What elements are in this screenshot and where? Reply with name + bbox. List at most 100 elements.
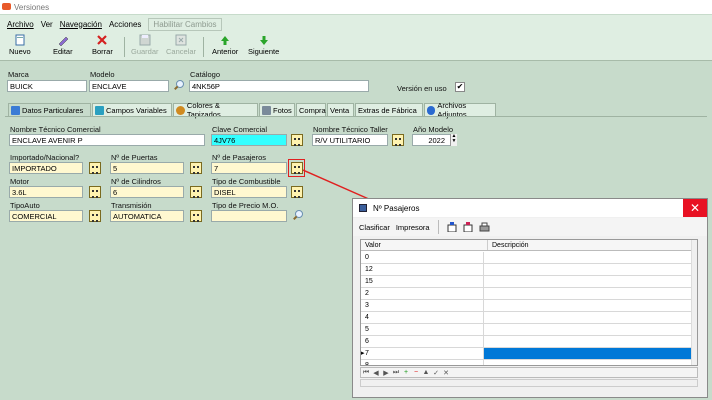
table-row[interactable]: 8 bbox=[361, 360, 693, 365]
tab-campos-variables[interactable]: Campos Variables bbox=[92, 103, 172, 116]
cancel-edit-icon[interactable]: ✕ bbox=[441, 369, 451, 377]
vertical-scrollbar[interactable] bbox=[691, 240, 697, 365]
tipoauto-lookup-icon[interactable] bbox=[89, 210, 101, 222]
menu-archivo[interactable]: Archivo bbox=[7, 20, 34, 29]
borrar-button[interactable]: Borrar bbox=[92, 34, 113, 60]
marca-field[interactable]: BUICK bbox=[7, 80, 87, 92]
cell-valor[interactable]: 15 bbox=[361, 276, 484, 287]
cell-descripcion[interactable] bbox=[484, 324, 693, 335]
menu-acciones[interactable]: Acciones bbox=[109, 20, 141, 29]
delete-record-icon[interactable]: − bbox=[411, 369, 421, 376]
cell-valor[interactable]: 8 bbox=[361, 360, 484, 365]
nombre-tecnico-field[interactable]: ENCLAVE AVENIR P bbox=[9, 134, 205, 146]
cancelar-button[interactable]: Cancelar bbox=[166, 34, 196, 60]
cell-descripcion[interactable] bbox=[484, 276, 693, 287]
table-row[interactable]: 12 bbox=[361, 264, 693, 276]
tab-fotos[interactable]: Fotos bbox=[259, 103, 295, 116]
importado-label: Importado/Nacional? bbox=[10, 153, 80, 162]
pasajeros-field[interactable]: 7 bbox=[211, 162, 287, 174]
cell-valor[interactable]: 12 bbox=[361, 264, 484, 275]
cell-descripcion[interactable] bbox=[484, 360, 693, 365]
anio-spinner[interactable]: ▲ ▼ bbox=[450, 134, 457, 146]
table-row[interactable]: 6 bbox=[361, 336, 693, 348]
editar-button[interactable]: Editar bbox=[53, 34, 73, 60]
sort-desc-icon[interactable] bbox=[463, 222, 473, 232]
add-record-icon[interactable]: + bbox=[401, 369, 411, 376]
col-descripcion-header[interactable]: Descripción bbox=[488, 240, 693, 250]
first-record-icon[interactable]: ⏮ bbox=[361, 369, 371, 377]
cell-valor[interactable]: 2 bbox=[361, 288, 484, 299]
pasajeros-lookup-icon[interactable] bbox=[291, 162, 303, 174]
printer-icon[interactable] bbox=[479, 222, 490, 232]
horizontal-scrollbar[interactable] bbox=[360, 379, 698, 387]
transmision-lookup-icon[interactable] bbox=[190, 210, 202, 222]
nombre-taller-lookup-icon[interactable] bbox=[392, 134, 404, 146]
menu-ver[interactable]: Ver bbox=[41, 20, 53, 29]
table-row[interactable]: 3 bbox=[361, 300, 693, 312]
cell-descripcion[interactable] bbox=[484, 288, 693, 299]
cell-descripcion[interactable] bbox=[484, 336, 693, 347]
table-row[interactable]: ▸ 7 bbox=[361, 348, 693, 360]
motor-field[interactable]: 3.6L bbox=[9, 186, 83, 198]
motor-lookup-icon[interactable] bbox=[89, 186, 101, 198]
cilindros-field[interactable]: 6 bbox=[110, 186, 184, 198]
col-valor-header[interactable]: Valor bbox=[361, 240, 488, 250]
cell-valor[interactable]: 6 bbox=[361, 336, 484, 347]
importado-lookup-icon[interactable] bbox=[89, 162, 101, 174]
clave-comercial-lookup-icon[interactable] bbox=[291, 134, 303, 146]
cell-descripcion[interactable] bbox=[484, 348, 693, 359]
tipoauto-field[interactable]: COMERCIAL bbox=[9, 210, 83, 222]
precio-mo-field[interactable] bbox=[211, 210, 287, 222]
table-row[interactable]: 4 bbox=[361, 312, 693, 324]
importado-field[interactable]: IMPORTADO bbox=[9, 162, 83, 174]
cell-valor[interactable]: 0 bbox=[361, 252, 484, 263]
cilindros-lookup-icon[interactable] bbox=[190, 186, 202, 198]
tab-archivos-adjuntos[interactable]: Archivos Adjuntos bbox=[424, 101, 496, 119]
cell-valor[interactable]: 4 bbox=[361, 312, 484, 323]
cell-valor[interactable]: 3 bbox=[361, 300, 484, 311]
tab-colores-tapizados[interactable]: Colores & Tapizados bbox=[173, 101, 258, 119]
guardar-button[interactable]: Guardar bbox=[131, 34, 159, 60]
confirm-icon[interactable]: ✓ bbox=[431, 369, 441, 377]
prev-record-icon[interactable]: ◀ bbox=[371, 369, 381, 377]
puertas-field[interactable]: 5 bbox=[110, 162, 184, 174]
combustible-field[interactable]: DISEL bbox=[211, 186, 287, 198]
clave-comercial-field[interactable]: 4JV76 bbox=[211, 134, 287, 146]
app-icon bbox=[2, 3, 11, 10]
cell-descripcion[interactable] bbox=[484, 312, 693, 323]
tab-venta[interactable]: Venta bbox=[327, 103, 354, 116]
tab-extras-fabrica[interactable]: Extras de Fábrica bbox=[355, 103, 423, 116]
combustible-lookup-icon[interactable] bbox=[291, 186, 303, 198]
cell-valor[interactable]: 5 bbox=[361, 324, 484, 335]
cell-valor[interactable]: 7 bbox=[361, 348, 484, 359]
catalogo-field[interactable]: 4NK56P bbox=[189, 80, 369, 92]
last-record-icon[interactable]: ⏭ bbox=[391, 369, 401, 377]
table-row[interactable]: 0 bbox=[361, 252, 693, 264]
nuevo-button[interactable]: Nuevo bbox=[9, 34, 31, 60]
puertas-lookup-icon[interactable] bbox=[190, 162, 202, 174]
close-button[interactable]: ✕ bbox=[683, 199, 707, 217]
magnifier-icon[interactable] bbox=[292, 210, 303, 221]
magnifier-icon[interactable] bbox=[173, 80, 184, 91]
tab-datos-particulares[interactable]: Datos Particulares bbox=[8, 103, 91, 117]
transmision-field[interactable]: AUTOMATICA bbox=[110, 210, 184, 222]
impresora-button[interactable]: Impresora bbox=[396, 223, 430, 232]
siguiente-button[interactable]: Siguiente bbox=[248, 34, 279, 60]
cell-descripcion[interactable] bbox=[484, 300, 693, 311]
tab-compra[interactable]: Compra bbox=[296, 103, 326, 116]
move-up-icon[interactable]: ▲ bbox=[421, 369, 431, 376]
cell-descripcion[interactable] bbox=[484, 264, 693, 275]
habilitar-cambios-button[interactable]: Habilitar Cambios bbox=[148, 17, 222, 31]
cell-descripcion[interactable] bbox=[484, 252, 693, 263]
table-row[interactable]: 5 bbox=[361, 324, 693, 336]
sort-asc-icon[interactable] bbox=[447, 222, 457, 232]
nombre-taller-field[interactable]: R/V UTILITARIO bbox=[312, 134, 388, 146]
modelo-field[interactable]: ENCLAVE bbox=[89, 80, 169, 92]
anterior-button[interactable]: Anterior bbox=[212, 34, 238, 60]
table-row[interactable]: 2 bbox=[361, 288, 693, 300]
clasificar-button[interactable]: Clasificar bbox=[359, 223, 390, 232]
table-row[interactable]: 15 bbox=[361, 276, 693, 288]
next-record-icon[interactable]: ▶ bbox=[381, 369, 391, 377]
menu-navegacion[interactable]: Navegación bbox=[60, 20, 102, 29]
version-en-uso-checkbox[interactable]: ✔ bbox=[455, 82, 465, 92]
